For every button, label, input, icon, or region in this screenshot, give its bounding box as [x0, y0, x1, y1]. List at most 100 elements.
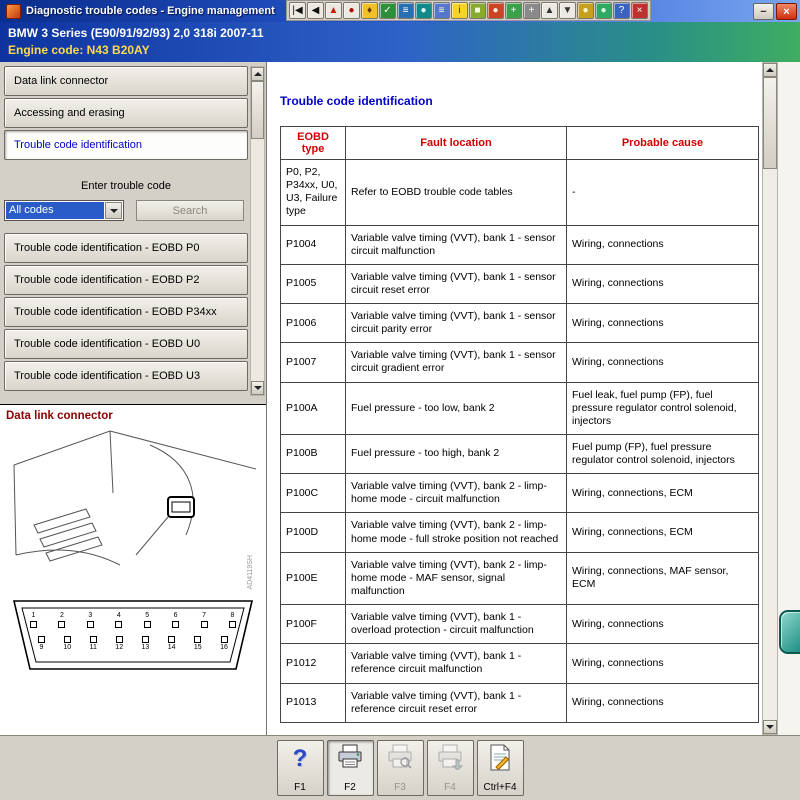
- sidebar-item-eobd[interactable]: Trouble code identification - EOBD P0: [4, 233, 248, 263]
- window-controls: − ×: [753, 3, 797, 20]
- diagram-title: Data link connector: [6, 410, 113, 422]
- oil-can-icon[interactable]: ♦: [361, 2, 378, 19]
- cell-eobd-type: P100D: [281, 513, 346, 552]
- pin-box: [201, 621, 208, 628]
- pin-box: [115, 621, 122, 628]
- sidebar-item-eobd[interactable]: Trouble code identification - EOBD U0: [4, 329, 248, 359]
- sidebar-item-eobd[interactable]: Trouble code identification - EOBD P34xx: [4, 297, 248, 327]
- pin-box: [142, 636, 149, 643]
- tools-icon[interactable]: +: [523, 2, 540, 19]
- sidebar-item-label: Accessing and erasing: [14, 107, 125, 119]
- pin-box: [90, 636, 97, 643]
- app-window: Diagnostic trouble codes - Engine manage…: [0, 0, 800, 800]
- pin-box: [64, 636, 71, 643]
- service-check-icon[interactable]: ✓: [379, 2, 396, 19]
- chevron-down-icon: [110, 209, 118, 213]
- scrollbar-thumb[interactable]: [763, 77, 777, 169]
- table-row: P100B Fuel pressure - too high, bank 2 F…: [281, 434, 759, 473]
- sidebar-item-label: Trouble code identification: [14, 139, 142, 151]
- cell-eobd-type: P1006: [281, 304, 346, 343]
- scroll-down-button[interactable]: [251, 381, 264, 395]
- table-row: P1005 Variable valve timing (VVT), bank …: [281, 264, 759, 303]
- sidebar-item-eobd[interactable]: Trouble code identification - EOBD U3: [4, 361, 248, 391]
- sidebar-item-accessing-and-erasing[interactable]: Accessing and erasing: [4, 98, 248, 128]
- pin-box: [172, 621, 179, 628]
- scroll-down-button[interactable]: [763, 720, 777, 734]
- search-button[interactable]: Search: [136, 200, 244, 221]
- cell-fault-location: Variable valve timing (VVT), bank 1 - ov…: [346, 605, 567, 644]
- connector-pin: 6: [172, 612, 179, 628]
- edit-document-ctrl-f4-button[interactable]: Ctrl+F4: [477, 740, 524, 796]
- cell-probable-cause: Wiring, connections, MAF sensor, ECM: [567, 552, 759, 604]
- cell-fault-location: Variable valve timing (VVT), bank 2 - li…: [346, 552, 567, 604]
- table-row: P1006 Variable valve timing (VVT), bank …: [281, 304, 759, 343]
- pin-box: [144, 621, 151, 628]
- cell-fault-location: Fuel pressure - too high, bank 2: [346, 434, 567, 473]
- scroll-up-button[interactable]: [763, 63, 777, 77]
- gauge-icon[interactable]: ●: [415, 2, 432, 19]
- table-row: P100A Fuel pressure - too low, bank 2 Fu…: [281, 382, 759, 434]
- cell-eobd-type: P1004: [281, 225, 346, 264]
- sidebar-item-label: Trouble code identification - EOBD P0: [14, 242, 199, 254]
- close-button[interactable]: ×: [776, 3, 797, 20]
- table-row: P100F Variable valve timing (VVT), bank …: [281, 605, 759, 644]
- cell-eobd-type: P1012: [281, 644, 346, 683]
- stop-icon[interactable]: ●: [343, 2, 360, 19]
- brakes-icon[interactable]: ●: [487, 2, 504, 19]
- sidebar-scrollbar[interactable]: [250, 66, 265, 396]
- scrollbar-thumb[interactable]: [251, 81, 264, 139]
- table-row: P1004 Variable valve timing (VVT), bank …: [281, 225, 759, 264]
- cell-eobd-type: P100F: [281, 605, 346, 644]
- engine-icon[interactable]: ■: [469, 2, 486, 19]
- globe-icon[interactable]: ●: [595, 2, 612, 19]
- table-row: P100E Variable valve timing (VVT), bank …: [281, 552, 759, 604]
- cell-probable-cause: Wiring, connections: [567, 304, 759, 343]
- sort-down-icon[interactable]: ▼: [559, 2, 576, 19]
- pin-box: [30, 621, 37, 628]
- sidebar-item-eobd[interactable]: Trouble code identification - EOBD P2: [4, 265, 248, 295]
- cell-eobd-type: P100A: [281, 382, 346, 434]
- dropdown-button[interactable]: [105, 202, 122, 219]
- nav-first-icon[interactable]: |◀: [289, 2, 306, 19]
- help-icon[interactable]: ?: [613, 2, 630, 19]
- sort-up-icon[interactable]: ▲: [541, 2, 558, 19]
- cell-eobd-type: P1007: [281, 343, 346, 382]
- cell-fault-location: Variable valve timing (VVT), bank 1 - re…: [346, 683, 567, 722]
- exit-icon[interactable]: ×: [631, 2, 648, 19]
- arrow-up-icon: [254, 72, 262, 76]
- sidebar-item-data-link-connector[interactable]: Data link connector: [4, 66, 248, 96]
- bulb-icon[interactable]: i: [451, 2, 468, 19]
- table-row: P1007 Variable valve timing (VVT), bank …: [281, 343, 759, 382]
- warning-icon[interactable]: ▲: [325, 2, 342, 19]
- table-row: P1012 Variable valve timing (VVT), bank …: [281, 644, 759, 683]
- connector-pin: 9: [38, 636, 45, 652]
- connector-pin: 11: [90, 636, 97, 652]
- cell-eobd-type: P100B: [281, 434, 346, 473]
- sidebar-item-label: Trouble code identification - EOBD U0: [14, 338, 200, 350]
- pin-box: [38, 636, 45, 643]
- side-pull-tab[interactable]: [779, 610, 800, 654]
- scroll-up-button[interactable]: [251, 67, 264, 81]
- cell-eobd-type: P0, P2, P34xx, U0, U3, Failure type: [281, 160, 346, 226]
- print-export-f4-button[interactable]: F4: [427, 740, 474, 796]
- table-row: P0, P2, P34xx, U0, U3, Failure type Refe…: [281, 160, 759, 226]
- cell-eobd-type: P1013: [281, 683, 346, 722]
- print-f2-button[interactable]: F2: [327, 740, 374, 796]
- key-icon[interactable]: ●: [577, 2, 594, 19]
- minimize-button[interactable]: −: [753, 3, 774, 20]
- diagram-watermark: AD4119SH: [247, 555, 254, 590]
- battery-icon[interactable]: +: [505, 2, 522, 19]
- app-icon: [6, 4, 21, 19]
- nav-back-icon[interactable]: ◀: [307, 2, 324, 19]
- toolbar-row-1: |◀◀▲●♦✓≡●≡i■●++▲▼●●?×: [286, 0, 651, 21]
- main-scrollbar[interactable]: [762, 62, 778, 735]
- connector-pins-row-1: 12345678: [30, 612, 236, 628]
- technical-data-icon[interactable]: ≡: [397, 2, 414, 19]
- arrow-down-icon: [254, 386, 262, 390]
- print-preview-f3-button[interactable]: F3: [377, 740, 424, 796]
- connector-pin: 14: [168, 636, 176, 652]
- code-filter-dropdown[interactable]: All codes: [4, 200, 124, 221]
- help-f1-button[interactable]: ? F1: [277, 740, 324, 796]
- wiring-diagram-icon[interactable]: ≡: [433, 2, 450, 19]
- sidebar-item-trouble-code-identification[interactable]: Trouble code identification: [4, 130, 248, 160]
